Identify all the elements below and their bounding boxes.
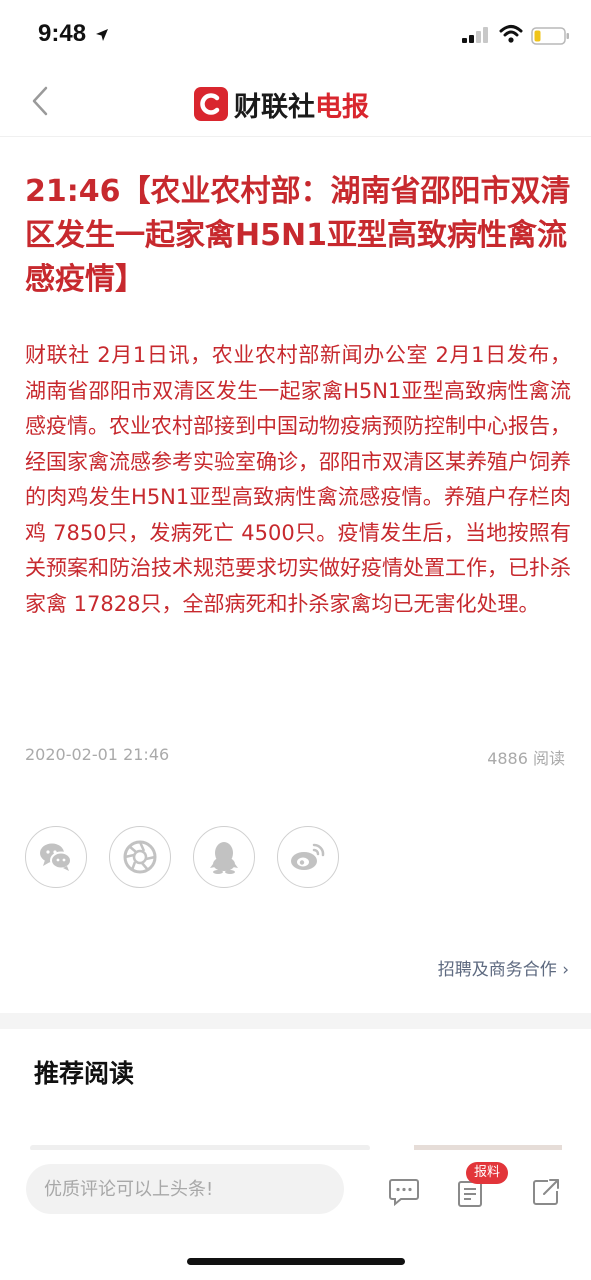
share-weibo-button[interactable] (277, 826, 339, 888)
chevron-left-icon (32, 86, 48, 116)
comment-input[interactable] (26, 1164, 344, 1214)
article-body: 财联社 2月1日讯，农业农村部新闻办公室 2月1日发布，湖南省邵阳市双清区发生一… (25, 343, 571, 616)
article-date: 2020-02-01 21:46 (25, 745, 170, 764)
weibo-icon (291, 843, 325, 870)
cls-logo-icon (194, 87, 228, 121)
status-bar: 9:48 (0, 0, 591, 70)
home-indicator[interactable] (187, 1258, 405, 1265)
signal-icon (462, 27, 490, 47)
share-moments-button[interactable] (109, 826, 171, 888)
comment-bubble-icon (389, 1179, 419, 1207)
share-icon (533, 1179, 559, 1205)
share-button[interactable] (531, 1177, 561, 1211)
share-row (25, 826, 339, 888)
wifi-icon (499, 24, 523, 48)
qq-icon (210, 842, 238, 874)
back-button[interactable] (26, 82, 56, 122)
article-headline: 21:46【农业农村部：湖南省邵阳市双清区发生一起家禽H5N1亚型高致病性禽流感… (25, 174, 571, 297)
moments-icon (123, 840, 157, 874)
comments-button[interactable] (388, 1177, 420, 1211)
wechat-icon (40, 843, 72, 871)
share-wechat-button[interactable] (25, 826, 87, 888)
news-tip-badge[interactable]: 报料 (466, 1162, 509, 1184)
brand-logo: 财联社电报 (194, 84, 369, 124)
battery-icon (531, 26, 571, 50)
brand-title: 财联社电报 (234, 91, 369, 123)
recruit-cooperation-link[interactable]: 招聘及商务合作 › (438, 955, 569, 980)
navbar: 财联社电报 (0, 72, 591, 137)
share-qq-button[interactable] (193, 826, 255, 888)
section-divider (0, 1013, 591, 1029)
recommended-reading-title: 推荐阅读 (34, 1059, 135, 1088)
article-read-count: 4886 阅读 (487, 749, 565, 768)
location-arrow-icon (95, 27, 109, 46)
status-time: 9:48 (38, 20, 87, 47)
